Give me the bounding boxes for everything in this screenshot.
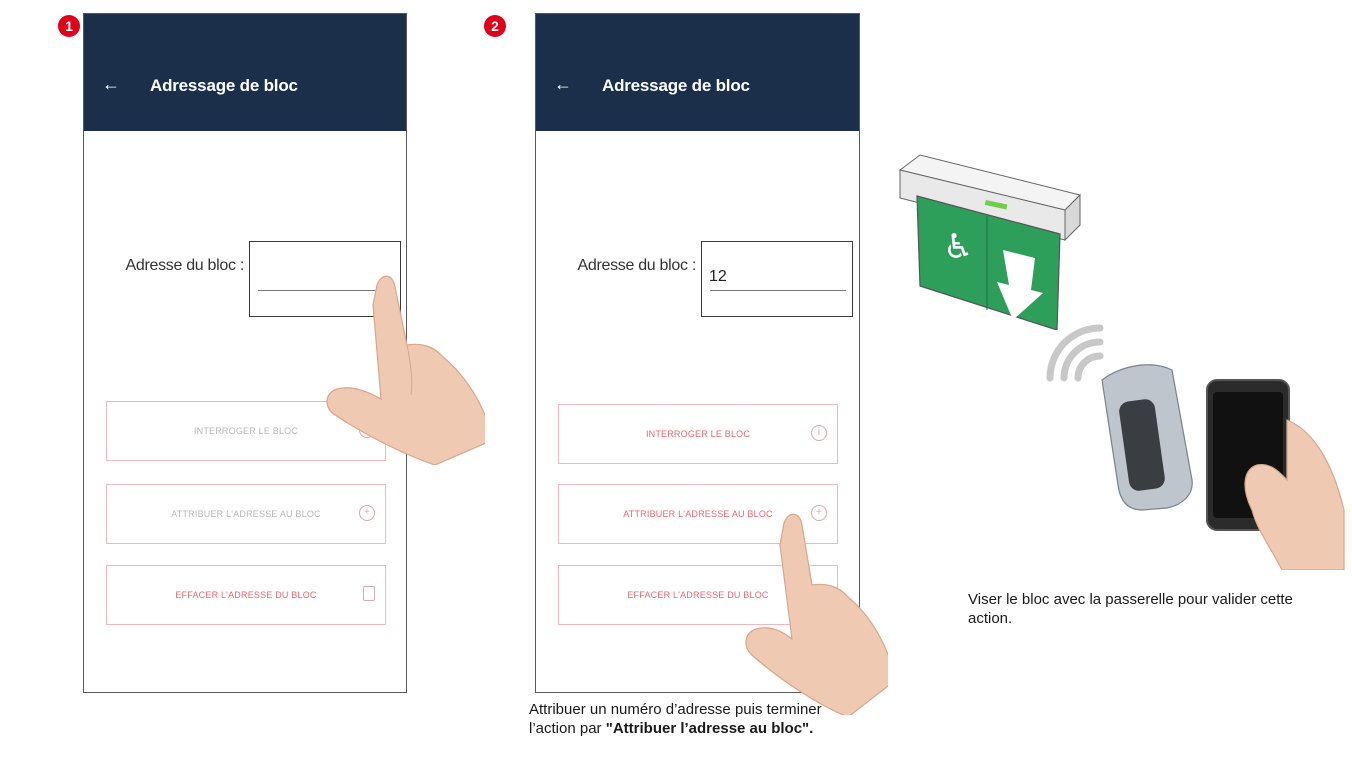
query-block-label: INTERROGER LE BLOC bbox=[645, 429, 751, 439]
trash-icon bbox=[815, 586, 827, 601]
address-input-value: 12 bbox=[709, 268, 727, 285]
erase-address-button[interactable]: EFFACER L'ADRESSE DU BLOC bbox=[558, 565, 838, 625]
back-arrow-icon[interactable]: ← bbox=[102, 74, 120, 95]
info-icon: i bbox=[359, 422, 375, 438]
assign-address-label: ATTRIBUER L'ADRESSE AU BLOC bbox=[623, 509, 773, 519]
erase-address-label: EFFACER L'ADRESSE DU BLOC bbox=[627, 590, 769, 600]
assign-address-button[interactable]: ATTRIBUER L'ADRESSE AU BLOC + bbox=[558, 484, 838, 544]
erase-address-label: EFFACER L'ADRESSE DU BLOC bbox=[175, 590, 317, 600]
screen-title: Adressage de bloc bbox=[602, 76, 750, 95]
query-block-button[interactable]: INTERROGER LE BLOC i bbox=[558, 404, 838, 464]
input-underline bbox=[258, 290, 394, 291]
trash-icon bbox=[363, 586, 375, 601]
step-1-badge: 1 bbox=[58, 15, 80, 37]
plus-circle-icon: + bbox=[359, 505, 375, 521]
query-block-button[interactable]: INTERROGER LE BLOC i bbox=[106, 401, 386, 461]
screen-title: Adressage de bloc bbox=[150, 76, 298, 95]
address-label: Adresse du bloc : bbox=[125, 257, 244, 274]
phone-screen-2: ← Adressage de bloc Adresse du bloc : 12… bbox=[535, 13, 860, 693]
assign-address-button[interactable]: ATTRIBUER L'ADRESSE AU BLOC + bbox=[106, 484, 386, 544]
query-block-label: INTERROGER LE BLOC bbox=[193, 426, 299, 436]
address-label: Adresse du bloc : bbox=[577, 257, 696, 274]
assign-address-label: ATTRIBUER L'ADRESSE AU BLOC bbox=[171, 509, 321, 519]
plus-circle-icon: + bbox=[811, 505, 827, 521]
step-2-caption: Attribuer un numéro d’adresse puis termi… bbox=[529, 700, 829, 738]
erase-address-button[interactable]: EFFACER L'ADRESSE DU BLOC bbox=[106, 565, 386, 625]
app-bar: ← Adressage de bloc bbox=[536, 14, 859, 131]
address-input[interactable] bbox=[249, 241, 401, 317]
input-underline bbox=[710, 290, 846, 291]
svg-text:♿: ♿ bbox=[943, 227, 973, 267]
app-bar: ← Adressage de bloc bbox=[84, 14, 406, 131]
gateway-and-phone-illustration bbox=[1101, 364, 1345, 570]
emergency-exit-block-illustration: ♿ bbox=[898, 154, 1081, 330]
phone-screen-1: ← Adressage de bloc Adresse du bloc : IN… bbox=[83, 13, 407, 693]
back-arrow-icon[interactable]: ← bbox=[554, 74, 572, 95]
step-2-caption-bold: "Attribuer l’adresse au bloc". bbox=[605, 720, 814, 737]
info-icon: i bbox=[811, 425, 827, 441]
address-input[interactable]: 12 bbox=[701, 241, 853, 317]
step-2-badge: 2 bbox=[484, 15, 506, 37]
step-3-caption: Viser le bloc avec la passerelle pour va… bbox=[968, 591, 1293, 627]
